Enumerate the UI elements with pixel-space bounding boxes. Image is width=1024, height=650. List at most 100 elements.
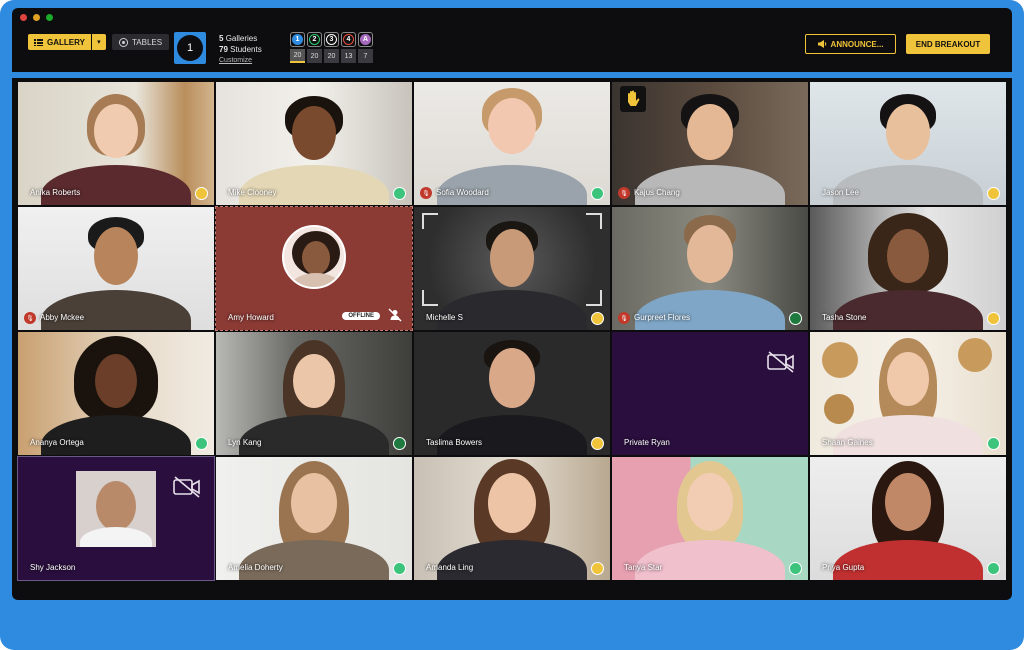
status-indicator: [591, 312, 604, 325]
group-badge: 4: [341, 32, 356, 47]
video-tile[interactable]: Tasha Stone: [810, 207, 1006, 330]
face: [687, 104, 733, 160]
group-badge: 1: [290, 32, 305, 47]
status-indicator: [195, 187, 208, 200]
status-indicator: [591, 562, 604, 575]
video-tile[interactable]: Amy Howard OFFLINE: [215, 206, 413, 331]
group-a[interactable]: A 7: [358, 32, 373, 63]
video-tile[interactable]: Ananya Ortega: [18, 332, 214, 455]
room-number-badge: 1: [174, 32, 206, 64]
app-frame: GALLERY ▾ TABLES 1 5 Galleries 79 Studen…: [0, 0, 1024, 650]
participant-name: Anika Roberts: [30, 188, 81, 197]
face: [488, 98, 536, 154]
toolbar: GALLERY ▾ TABLES 1 5 Galleries 79 Studen…: [12, 8, 1012, 70]
end-breakout-button[interactable]: END BREAKOUT: [906, 34, 990, 54]
participant-name: Ananya Ortega: [30, 438, 84, 447]
participant-name: Abby Mckee: [40, 313, 85, 322]
avatar: [282, 225, 346, 289]
camera-off-icon: [173, 476, 200, 498]
status-indicator: [789, 562, 802, 575]
group-1[interactable]: 1 20: [290, 32, 305, 63]
user-offline-icon: [388, 308, 402, 322]
announce-button[interactable]: ANNOUNCE...: [805, 34, 896, 54]
status-indicator: [789, 312, 802, 325]
face: [887, 352, 929, 406]
app-window: GALLERY ▾ TABLES 1 5 Galleries 79 Studen…: [12, 8, 1012, 600]
face: [94, 104, 138, 158]
face: [488, 473, 536, 533]
group-number: 2: [309, 34, 320, 45]
video-tile[interactable]: Lyn Kang: [216, 332, 412, 455]
wall-decor: [824, 394, 854, 424]
frame-corner: [422, 213, 438, 229]
offline-badge: OFFLINE: [342, 312, 380, 320]
group-3[interactable]: 3 20: [324, 32, 339, 63]
participant-name: Lyn Kang: [228, 438, 262, 447]
video-tile[interactable]: Tanya Star: [612, 457, 808, 580]
participant-name: Amy Howard: [228, 313, 274, 322]
face: [293, 354, 335, 408]
group-selector: 1 20 2 20 3 20 4 13 A 7: [290, 32, 373, 63]
camera-off-icon: [767, 351, 794, 373]
muted-mic-icon: 🎙: [24, 312, 36, 324]
group-count: 7: [358, 49, 373, 63]
gallery-label: GALLERY: [47, 37, 85, 47]
galleries-count: 5: [219, 34, 224, 43]
video-tile[interactable]: Shy Jackson: [17, 456, 215, 581]
status-indicator: [987, 562, 1000, 575]
participant-name: Taslima Bowers: [426, 438, 483, 447]
video-tile[interactable]: Anika Roberts: [18, 82, 214, 205]
students-count: 79: [219, 45, 228, 54]
video-tile[interactable]: 🎙 Gurpreet Flores: [612, 207, 808, 330]
video-tile[interactable]: Jason Lee: [810, 82, 1006, 205]
participant-name: Tanya Star: [624, 563, 663, 572]
participant-name: Michelle S: [426, 313, 463, 322]
gallery-button-main[interactable]: GALLERY: [28, 34, 91, 50]
face: [687, 225, 733, 283]
participant-name: Amelia Doherty: [228, 563, 283, 572]
participant-name: Sofia Woodard: [436, 188, 489, 197]
video-tile[interactable]: Taslima Bowers: [414, 332, 610, 455]
video-tile[interactable]: Amanda Ling: [414, 457, 610, 580]
group-count: 20: [290, 49, 305, 63]
students-label: Students: [230, 45, 262, 54]
participant-name: Priya Gupta: [822, 563, 865, 572]
video-tile[interactable]: Michelle S: [414, 207, 610, 330]
wall-decor: [958, 338, 992, 372]
video-tile[interactable]: Priya Gupta: [810, 457, 1006, 580]
galleries-label: Galleries: [225, 34, 258, 43]
video-grid: Anika Roberts Mike Clooney 🎙 Sofia Wooda…: [17, 82, 1006, 582]
face: [291, 473, 337, 533]
chevron-down-icon[interactable]: ▾: [91, 34, 106, 50]
frame-corner: [422, 290, 438, 306]
participant-name: Gurpreet Flores: [634, 313, 691, 322]
face: [292, 106, 336, 160]
grid-icon: [34, 38, 43, 46]
video-tile[interactable]: 🎙 Kajus Chang: [612, 82, 808, 205]
participant-name: Tasha Stone: [822, 313, 867, 322]
group-number: A: [360, 34, 371, 45]
frame-corner: [586, 213, 602, 229]
video-tile[interactable]: Shaan Gaines: [810, 332, 1006, 455]
face: [886, 104, 930, 160]
gallery-view-button[interactable]: GALLERY ▾: [28, 34, 106, 50]
frame-corner: [586, 290, 602, 306]
status-indicator: [591, 187, 604, 200]
group-count: 13: [341, 49, 356, 63]
participant-name: Mike Clooney: [228, 188, 277, 197]
face: [687, 473, 733, 531]
muted-mic-icon: 🎙: [618, 312, 630, 324]
group-4[interactable]: 4 13: [341, 32, 356, 63]
tables-view-button[interactable]: TABLES: [112, 34, 170, 50]
raised-hand-icon: [620, 86, 646, 112]
video-tile[interactable]: 🎙 Abby Mckee: [18, 207, 214, 330]
video-tile[interactable]: Mike Clooney: [216, 82, 412, 205]
customize-link[interactable]: Customize: [219, 55, 262, 66]
video-tile[interactable]: Amelia Doherty: [216, 457, 412, 580]
video-tile[interactable]: Private Ryan: [612, 332, 808, 455]
status-indicator: [987, 187, 1000, 200]
participant-name: Shaan Gaines: [822, 438, 873, 447]
group-badge: 2: [307, 32, 322, 47]
group-2[interactable]: 2 20: [307, 32, 322, 63]
video-tile[interactable]: 🎙 Sofia Woodard: [414, 82, 610, 205]
